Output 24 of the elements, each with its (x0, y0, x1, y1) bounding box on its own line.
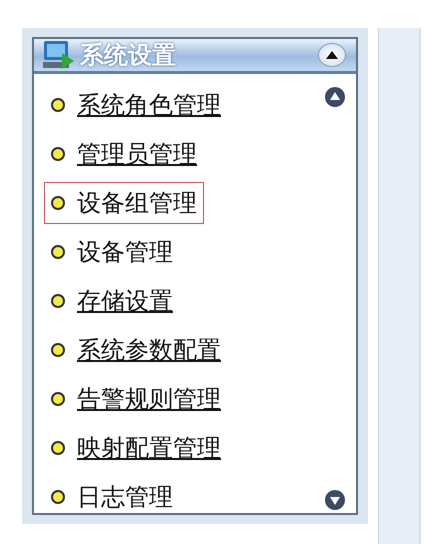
bullet-icon (51, 490, 65, 504)
scroll-up-icon[interactable] (324, 86, 346, 108)
bullet-icon (51, 441, 65, 455)
bullet-icon (51, 98, 65, 112)
menu-item[interactable]: 管理员管理 (44, 133, 204, 175)
menu-item[interactable]: 映射配置管理 (44, 427, 228, 469)
menu-item[interactable]: 系统参数配置 (44, 329, 228, 371)
bullet-icon (51, 343, 65, 357)
menu-item[interactable]: 日志管理 (44, 476, 180, 518)
caret-icon (325, 50, 339, 60)
menu-item[interactable]: 设备管理 (44, 231, 180, 273)
menu-item[interactable]: 系统角色管理 (44, 84, 228, 126)
bullet-icon (51, 147, 65, 161)
monitor-icon (42, 39, 76, 71)
panel-title: 系统设置 (80, 40, 177, 71)
bullet-icon (51, 196, 65, 210)
scroll-down-icon[interactable] (324, 489, 346, 511)
collapse-button[interactable] (318, 43, 346, 67)
bullet-icon (51, 294, 65, 308)
menu-item[interactable]: 设备组管理 (44, 182, 204, 224)
bullet-icon (51, 245, 65, 259)
menu-item[interactable]: 存储设置 (44, 280, 180, 322)
bullet-icon (51, 392, 65, 406)
menu-item[interactable]: 告警规则管理 (44, 378, 228, 420)
